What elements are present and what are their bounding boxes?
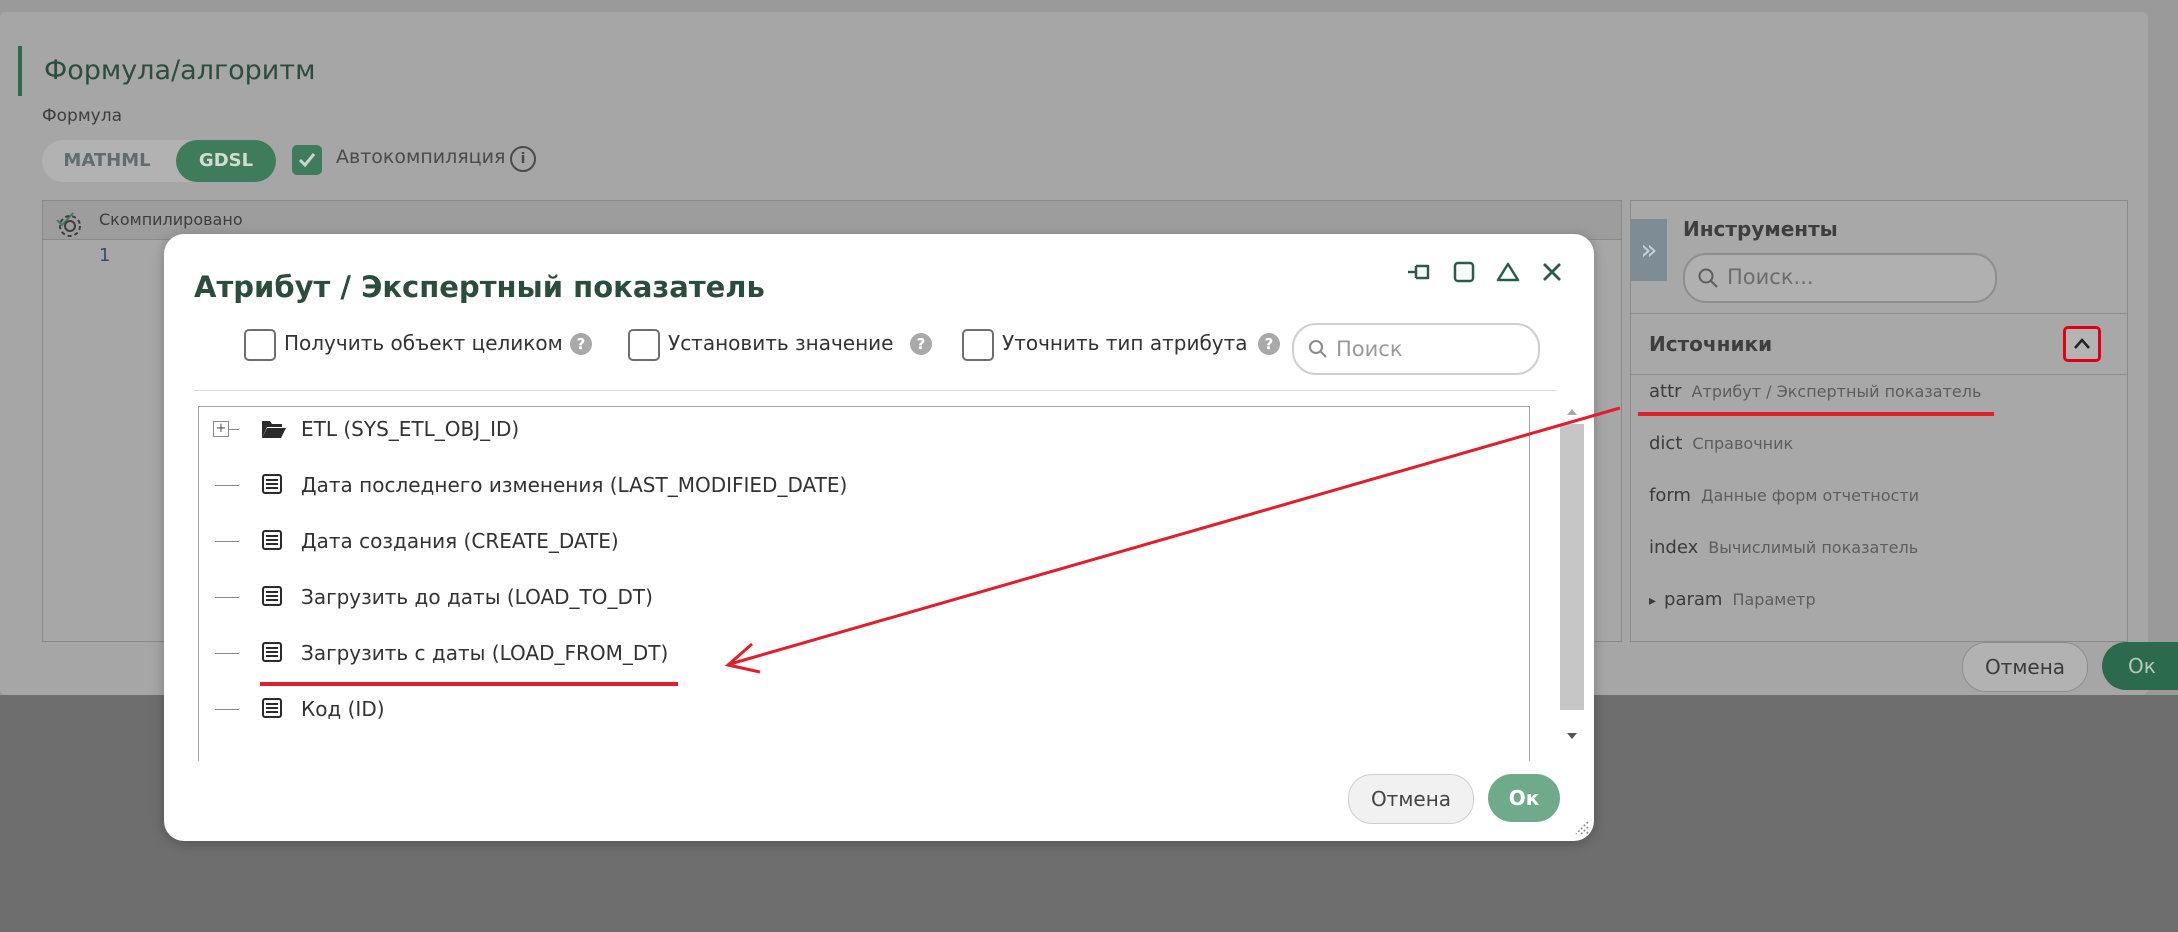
tree-node-load-from-dt[interactable]: Загрузить с даты (LOAD_FROM_DT) <box>199 633 1499 673</box>
tree-connector <box>215 653 239 654</box>
tree-node-label: Дата создания (CREATE_DATE) <box>301 529 619 553</box>
dialog-search[interactable] <box>1292 323 1540 375</box>
cancel-button[interactable]: Отмена <box>1348 774 1474 824</box>
source-key: index <box>1649 537 1699 558</box>
check-icon <box>298 153 316 168</box>
tree-connector <box>215 709 239 710</box>
tree-node-label: Загрузить до даты (LOAD_TO_DT) <box>301 585 653 609</box>
search-icon <box>1309 340 1327 358</box>
autocompile-label: Автокомпиляция <box>336 146 506 168</box>
source-key: dict <box>1649 433 1683 454</box>
compile-status: Скомпилировано <box>99 210 243 229</box>
list-icon <box>262 474 282 494</box>
tree-node-id[interactable]: Код (ID) <box>199 689 1499 729</box>
maximize-icon[interactable] <box>1446 254 1482 290</box>
list-icon <box>262 530 282 550</box>
tab-gdsl[interactable]: GDSL <box>176 140 276 182</box>
source-key: attr <box>1649 381 1682 402</box>
collapse-sources-button[interactable] <box>2063 326 2101 362</box>
background-ok-button[interactable]: Ок <box>2102 642 2178 690</box>
tree-connector <box>215 541 239 542</box>
tree-node-etl[interactable]: + ETL (SYS_ETL_OBJ_ID) <box>199 409 1499 449</box>
tab-mathml[interactable]: MATHML <box>42 140 172 182</box>
tree-node-label: Дата последнего изменения (LAST_MODIFIED… <box>301 473 848 497</box>
tree-connector <box>215 597 239 598</box>
divider <box>194 390 1556 391</box>
tools-title: Инструменты <box>1683 217 1838 241</box>
attribute-dialog: Атрибут / Экспертный показатель Получить… <box>164 234 1594 841</box>
source-item-attr[interactable]: attr Атрибут / Экспертный показатель <box>1649 381 1981 402</box>
sources-title: Источники <box>1649 332 1773 356</box>
tools-toggle-button[interactable]: » <box>1631 219 1667 281</box>
help-icon[interactable]: ? <box>910 333 932 355</box>
source-item-dict[interactable]: dict Справочник <box>1649 433 1793 454</box>
source-desc: Параметр <box>1732 590 1816 609</box>
info-icon[interactable]: i <box>510 146 536 172</box>
list-icon <box>262 698 282 718</box>
scroll-up-icon[interactable] <box>1564 404 1580 420</box>
line-number: 1 <box>99 245 111 266</box>
minimize-icon[interactable] <box>1490 254 1526 290</box>
pin-icon[interactable] <box>1402 254 1438 290</box>
scrollbar-thumb[interactable] <box>1560 424 1584 710</box>
tree-node-label: Загрузить с даты (LOAD_FROM_DT) <box>301 641 669 665</box>
source-key: form <box>1649 485 1691 506</box>
background-cancel-button[interactable]: Отмена <box>1962 642 2088 692</box>
list-icon <box>262 586 282 606</box>
tree-node-create-date[interactable]: Дата создания (CREATE_DATE) <box>199 521 1499 561</box>
chevron-up-icon <box>2074 338 2090 349</box>
scroll-down-icon[interactable] <box>1564 728 1580 744</box>
tools-search-placeholder: Поиск... <box>1727 265 1814 289</box>
list-icon <box>262 642 282 662</box>
sources-header: Источники <box>1631 313 2127 375</box>
checkbox[interactable] <box>244 329 276 361</box>
tree-node-last-modified-date[interactable]: Дата последнего изменения (LAST_MODIFIED… <box>199 465 1499 505</box>
tree-connector <box>215 485 239 486</box>
expand-icon[interactable]: + <box>213 421 229 437</box>
source-key: param <box>1664 589 1723 610</box>
annotation-underline-attr <box>1638 412 1994 416</box>
checkbox[interactable] <box>628 329 660 361</box>
source-desc: Вычислимый показатель <box>1708 538 1919 557</box>
panel-title: Формула/алгоритм <box>18 46 315 96</box>
annotation-underline-load-from-dt <box>260 682 678 686</box>
option-label: Уточнить тип атрибута <box>1002 331 1248 355</box>
gear-icon[interactable] <box>55 211 85 241</box>
folder-open-icon <box>262 421 286 438</box>
formula-label: Формула <box>42 106 122 126</box>
autocompile-checkbox[interactable] <box>292 145 322 175</box>
expand-triangle-icon: ▸ <box>1649 593 1657 609</box>
option-label: Установить значение <box>668 331 894 355</box>
help-icon[interactable]: ? <box>570 333 592 355</box>
dialog-title: Атрибут / Экспертный показатель <box>194 270 765 304</box>
tools-search-input[interactable]: Поиск... <box>1683 253 1997 303</box>
source-item-form[interactable]: form Данные форм отчетности <box>1649 485 1919 506</box>
search-icon <box>1698 268 1718 288</box>
close-icon[interactable] <box>1534 254 1570 290</box>
dialog-search-input[interactable] <box>1334 333 1528 365</box>
checkbox[interactable] <box>962 329 994 361</box>
ok-button[interactable]: Ок <box>1488 774 1560 822</box>
source-item-index[interactable]: index Вычислимый показатель <box>1649 537 1918 558</box>
source-desc: Данные форм отчетности <box>1700 486 1920 505</box>
help-icon[interactable]: ? <box>1258 333 1280 355</box>
tree-node-label: ETL (SYS_ETL_OBJ_ID) <box>301 417 520 441</box>
tools-panel: » Инструменты Поиск... Источники attr Атр… <box>1630 200 2128 642</box>
tree-node-label: Код (ID) <box>301 697 385 721</box>
option-label: Получить объект целиком <box>284 331 563 355</box>
source-desc: Атрибут / Экспертный показатель <box>1691 382 1982 401</box>
resize-handle-icon[interactable] <box>1572 818 1590 836</box>
source-desc: Справочник <box>1692 434 1794 453</box>
source-item-param[interactable]: ▸ param Параметр <box>1649 589 1816 610</box>
formula-tabs: MATHML GDSL <box>42 140 276 182</box>
attribute-tree: + ETL (SYS_ETL_OBJ_ID) Дата последнего и… <box>198 406 1530 761</box>
tree-node-load-to-dt[interactable]: Загрузить до даты (LOAD_TO_DT) <box>199 577 1499 617</box>
